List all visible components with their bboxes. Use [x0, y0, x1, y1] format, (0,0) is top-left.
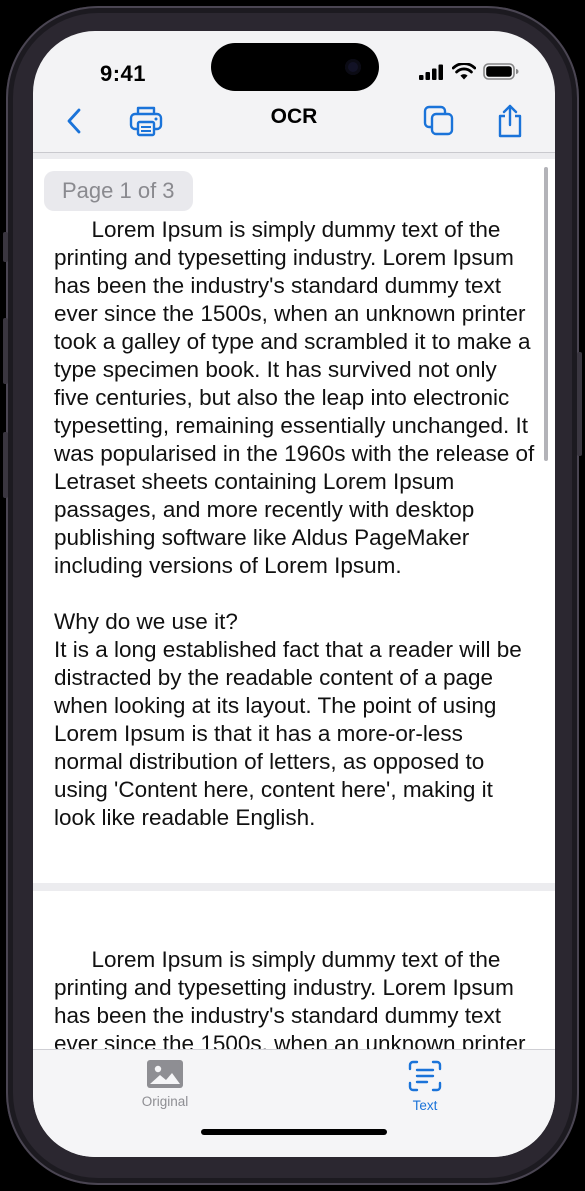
home-indicator[interactable] — [201, 1129, 387, 1135]
ocr-page-1[interactable]: Lorem Ipsum is simply dummy text of the … — [33, 159, 555, 883]
back-button[interactable] — [56, 103, 92, 139]
chevron-left-icon — [67, 108, 81, 134]
tab-text[interactable]: Text — [380, 1060, 470, 1113]
power-button — [577, 352, 582, 456]
text-scan-icon — [408, 1060, 442, 1092]
screen: 9:41 OCR Lorem Ipsum is simply dummy tex… — [33, 31, 555, 1157]
tab-original[interactable]: Original — [120, 1060, 210, 1109]
ocr-page-text[interactable]: Lorem Ipsum is simply dummy text of the … — [54, 947, 537, 1049]
volume-up-button — [3, 318, 8, 384]
copy-icon — [423, 105, 454, 136]
page-indicator-badge: Page 1 of 3 — [44, 171, 193, 211]
status-time: 9:41 — [100, 61, 147, 86]
share-button[interactable] — [492, 103, 528, 139]
signal-icon — [419, 64, 443, 80]
tab-text-label: Text — [412, 1098, 438, 1113]
status-icons — [419, 63, 519, 80]
camera-icon — [345, 59, 361, 75]
ocr-text-scroll-view[interactable]: Lorem Ipsum is simply dummy text of the … — [33, 153, 555, 1049]
tab-original-label: Original — [141, 1094, 189, 1109]
ocr-page-text[interactable]: Lorem Ipsum is simply dummy text of the … — [54, 217, 541, 830]
printer-icon — [129, 106, 163, 137]
copy-button[interactable] — [421, 103, 457, 139]
volume-down-button — [3, 432, 8, 498]
dynamic-island — [211, 43, 379, 91]
scroll-indicator[interactable] — [544, 167, 548, 461]
wifi-icon — [452, 63, 476, 80]
tab-bar: Original Text — [33, 1049, 555, 1157]
ocr-page-2[interactable]: Lorem Ipsum is simply dummy text of the … — [33, 891, 555, 1049]
navigation-bar: OCR — [33, 91, 555, 151]
share-icon — [498, 104, 522, 138]
print-button[interactable] — [128, 103, 164, 139]
nav-title: OCR — [270, 105, 318, 128]
photo-icon — [147, 1060, 183, 1088]
battery-icon — [483, 63, 519, 80]
action-button — [3, 232, 8, 262]
